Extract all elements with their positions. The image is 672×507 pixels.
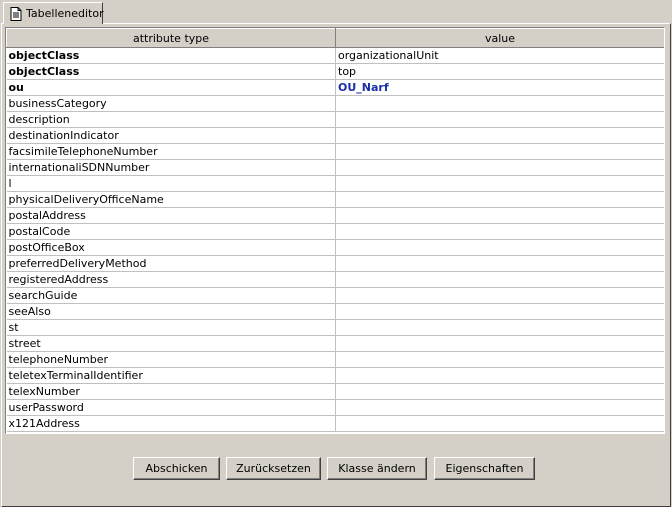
table-row[interactable]: businessCategory [6,95,664,112]
properties-button[interactable]: Eigenschaften [434,457,535,480]
value-cell[interactable] [335,335,664,352]
attribute-type-cell[interactable]: physicalDeliveryOfficeName [6,191,336,208]
value-cell[interactable] [335,143,664,160]
attribute-type-cell[interactable]: destinationIndicator [6,127,336,144]
value-cell[interactable] [335,271,664,288]
value-cell[interactable] [335,223,664,240]
tab-label: Tabelleneditor [26,7,104,20]
table-row[interactable]: preferredDeliveryMethod [6,255,664,272]
value-cell[interactable] [335,287,664,304]
value-cell[interactable] [335,255,664,272]
value-cell[interactable]: OU_Narf [335,79,664,96]
table-row[interactable]: facsimileTelephoneNumber [6,143,664,160]
value-cell[interactable] [335,127,664,144]
attribute-type-cell[interactable]: internationaliSDNNumber [6,159,336,176]
value-cell[interactable] [335,383,664,400]
value-cell[interactable] [335,319,664,336]
attribute-type-cell[interactable]: objectClass [6,47,336,64]
attribute-type-cell[interactable]: objectClass [6,63,336,80]
table-row[interactable]: ou OU_Narf [6,79,664,96]
table-row[interactable]: st [6,319,664,336]
table-row[interactable]: internationaliSDNNumber [6,159,664,176]
table-row[interactable]: telephoneNumber [6,351,664,368]
attribute-type-cell[interactable]: street [6,335,336,352]
table-row[interactable]: postalAddress [6,207,664,224]
button-bar: Abschicken Zurücksetzen Klasse ändern Ei… [2,457,672,481]
table-row[interactable]: userPassword [6,399,664,416]
reset-button[interactable]: Zurücksetzen [226,457,321,480]
table-row[interactable]: postOfficeBox [6,239,664,256]
attribute-type-cell[interactable]: ou [6,79,336,96]
value-cell[interactable]: top [335,63,664,80]
table-row[interactable]: objectClass top [6,63,664,80]
value-cell[interactable] [335,95,664,112]
change-class-button[interactable]: Klasse ändern [327,457,427,480]
attribute-type-cell[interactable]: postalAddress [6,207,336,224]
submit-button[interactable]: Abschicken [133,457,220,480]
attribute-type-cell[interactable]: st [6,319,336,336]
table-row[interactable]: l [6,175,664,192]
attribute-type-cell[interactable]: telexNumber [6,383,336,400]
table-row[interactable]: street [6,335,664,352]
table-row[interactable]: destinationIndicator [6,127,664,144]
attribute-table: attribute type value objectClass organiza… [5,27,665,434]
value-cell[interactable] [335,111,664,128]
value-cell[interactable] [335,175,664,192]
attribute-type-cell[interactable]: preferredDeliveryMethod [6,255,336,272]
attribute-type-cell[interactable]: l [6,175,336,192]
attribute-type-cell[interactable]: telephoneNumber [6,351,336,368]
value-cell[interactable]: organizationalUnit [335,47,664,64]
attribute-type-cell[interactable]: searchGuide [6,287,336,304]
attribute-type-cell[interactable]: postOfficeBox [6,239,336,256]
value-cell[interactable] [335,367,664,384]
column-header-attribute-type[interactable]: attribute type [6,28,336,48]
value-cell[interactable] [335,351,664,368]
attribute-grid: attribute type value objectClass organiza… [6,28,664,432]
table-header-row: attribute type value [6,28,664,48]
table-row[interactable]: searchGuide [6,287,664,304]
table-row[interactable]: physicalDeliveryOfficeName [6,191,664,208]
attribute-type-cell[interactable]: registeredAddress [6,271,336,288]
value-cell[interactable] [335,159,664,176]
document-icon [10,6,22,21]
tab-tabelleneditor[interactable]: Tabelleneditor [3,2,104,24]
attribute-type-cell[interactable]: seeAlso [6,303,336,320]
editor-panel: attribute type value objectClass organiza… [1,23,671,507]
column-header-value[interactable]: value [335,28,664,48]
table-row[interactable]: x121Address [6,415,664,432]
tab-strip: Tabelleneditor [0,0,672,24]
attribute-type-cell[interactable]: postalCode [6,223,336,240]
table-row[interactable]: seeAlso [6,303,664,320]
value-cell[interactable] [335,415,664,432]
attribute-type-cell[interactable]: description [6,111,336,128]
attribute-type-cell[interactable]: teletexTerminalIdentifier [6,367,336,384]
attribute-type-cell[interactable]: businessCategory [6,95,336,112]
table-row[interactable]: postalCode [6,223,664,240]
table-row[interactable]: teletexTerminalIdentifier [6,367,664,384]
value-cell[interactable] [335,239,664,256]
value-cell[interactable] [335,303,664,320]
value-cell[interactable] [335,207,664,224]
table-row[interactable]: description [6,111,664,128]
attribute-type-cell[interactable]: userPassword [6,399,336,416]
attribute-type-cell[interactable]: x121Address [6,415,336,432]
attribute-type-cell[interactable]: facsimileTelephoneNumber [6,143,336,160]
table-row[interactable]: registeredAddress [6,271,664,288]
table-row[interactable]: telexNumber [6,383,664,400]
table-row[interactable]: objectClass organizationalUnit [6,47,664,64]
value-cell[interactable] [335,191,664,208]
value-cell[interactable] [335,399,664,416]
